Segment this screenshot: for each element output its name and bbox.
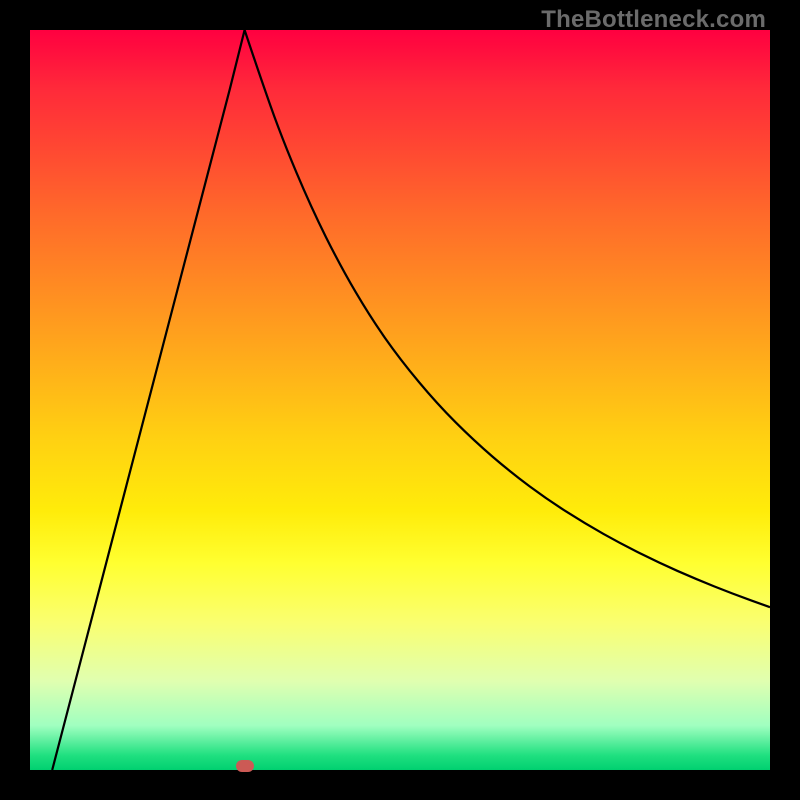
- plot-area: [30, 30, 770, 770]
- chart-frame: TheBottleneck.com: [0, 0, 800, 800]
- minimum-marker: [236, 760, 254, 772]
- bottleneck-curve: [30, 30, 770, 770]
- watermark-text: TheBottleneck.com: [541, 6, 766, 34]
- curve-path: [52, 30, 770, 770]
